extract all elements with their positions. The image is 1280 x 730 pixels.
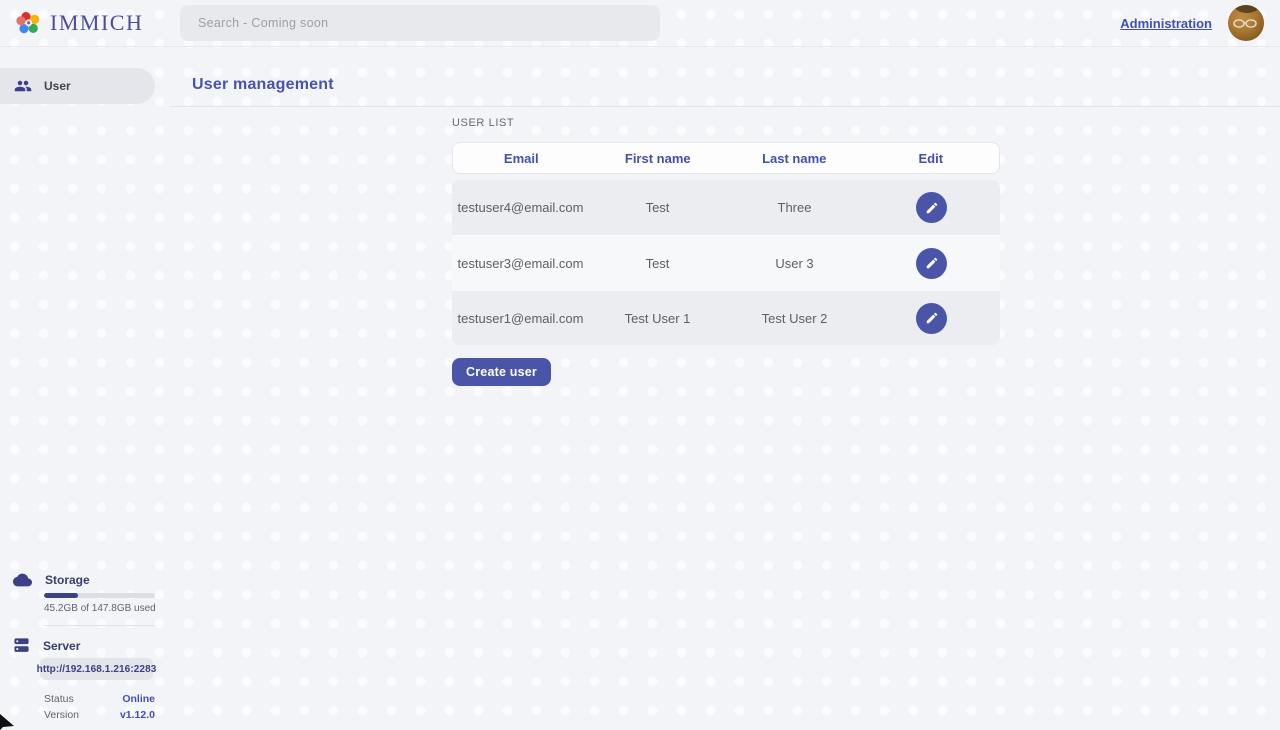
- edit-user-button[interactable]: [916, 303, 947, 334]
- column-header: Last name: [726, 151, 863, 166]
- page-title: User management: [192, 76, 334, 94]
- cloud-icon: [13, 573, 32, 587]
- column-header: Email: [453, 151, 590, 166]
- sidebar-item-user-label: User: [44, 79, 71, 93]
- user-table-body: testuser4@email.com Test Three testuser3…: [452, 180, 1000, 345]
- top-navbar: IMMICH Administration: [0, 0, 1280, 47]
- sidebar-item-user[interactable]: User: [0, 68, 155, 104]
- table-row: testuser1@email.com Test User 1 Test Use…: [452, 290, 1000, 345]
- cell-email: testuser3@email.com: [452, 256, 589, 271]
- storage-widget: Storage 45.2GB of 147.8GB used: [0, 573, 170, 587]
- app-logo[interactable]: IMMICH: [0, 10, 180, 36]
- user-table-header: EmailFirst nameLast nameEdit: [452, 142, 1000, 174]
- storage-usage-text: 45.2GB of 147.8GB used: [44, 603, 156, 614]
- glasses-decor: [1233, 19, 1259, 28]
- storage-progress-bar: [44, 593, 155, 598]
- sidebar: User Storage 45.2GB of 147.8GB used: [0, 47, 170, 730]
- pencil-icon: [925, 311, 939, 325]
- table-row: testuser3@email.com Test User 3: [452, 235, 1000, 290]
- storage-progress-fill: [44, 593, 78, 598]
- server-status-row: Status Online: [44, 693, 155, 705]
- table-row: testuser4@email.com Test Three: [452, 180, 1000, 235]
- administration-link[interactable]: Administration: [1120, 16, 1212, 31]
- edit-user-button[interactable]: [916, 192, 947, 223]
- search-input[interactable]: [180, 5, 660, 41]
- users-icon: [14, 77, 32, 95]
- column-header: Edit: [863, 151, 1000, 166]
- server-widget: Server http://192.168.1.216:2283 Status …: [0, 637, 170, 654]
- sidebar-divider: [44, 625, 155, 626]
- server-icon: [13, 637, 30, 654]
- server-title: Server: [43, 639, 80, 653]
- version-value: v1.12.0: [120, 709, 155, 721]
- server-url-badge: http://192.168.1.216:2283: [40, 658, 153, 680]
- create-user-button[interactable]: Create user: [452, 358, 551, 386]
- cell-first-name: Test: [589, 200, 726, 215]
- status-label: Status: [44, 693, 74, 705]
- cell-last-name: Test User 2: [726, 311, 863, 326]
- header-divider: [170, 106, 1280, 107]
- server-version-row: Version v1.12.0: [44, 709, 155, 721]
- user-list-section-label: USER LIST: [452, 117, 514, 129]
- pencil-icon: [925, 256, 939, 270]
- page-body: User Storage 45.2GB of 147.8GB used: [0, 47, 1280, 730]
- cell-first-name: Test User 1: [589, 311, 726, 326]
- cell-first-name: Test: [589, 256, 726, 271]
- cell-email: testuser1@email.com: [452, 311, 589, 326]
- status-value: Online: [122, 693, 155, 705]
- user-avatar[interactable]: [1228, 5, 1264, 41]
- column-header: First name: [590, 151, 727, 166]
- cell-last-name: User 3: [726, 256, 863, 271]
- version-label: Version: [44, 709, 79, 721]
- app-title: IMMICH: [50, 10, 143, 36]
- storage-title: Storage: [45, 573, 90, 587]
- mouse-cursor: [0, 712, 16, 730]
- edit-user-button[interactable]: [916, 248, 947, 279]
- cell-last-name: Three: [726, 200, 863, 215]
- immich-flower-icon: [16, 10, 42, 36]
- pencil-icon: [925, 201, 939, 215]
- cell-email: testuser4@email.com: [452, 200, 589, 215]
